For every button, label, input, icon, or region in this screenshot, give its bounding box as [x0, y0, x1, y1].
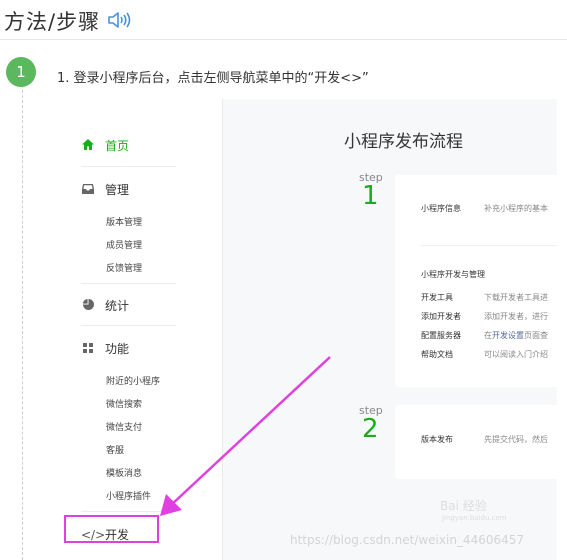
sidebar-subitem-members[interactable]: 成员管理: [106, 238, 142, 251]
row-value-prefix: 在: [484, 331, 492, 340]
step1-card: 小程序信息 补充小程序的基本 小程序开发与管理 开发工具 下载开发者工具进 添加…: [395, 175, 557, 387]
grid-icon: [81, 342, 95, 356]
highlight-box: [64, 515, 159, 543]
main-title: 小程序发布流程: [344, 132, 463, 152]
page-title: 方法/步骤: [4, 10, 101, 34]
step-instruction: 1. 登录小程序后台，点击左侧导航菜单中的“开发<>”: [57, 71, 369, 86]
speaker-icon[interactable]: [106, 10, 132, 30]
divider: [81, 166, 176, 167]
row-value: 添加开发者，进行: [484, 312, 548, 321]
step-number: 2: [362, 414, 379, 444]
info-label: 小程序信息: [421, 204, 461, 213]
sidebar-subitem-customer-service[interactable]: 客服: [106, 443, 124, 456]
sidebar-item-features[interactable]: 功能: [81, 340, 129, 357]
row-label: 帮助文档: [421, 350, 453, 359]
step2-card: 版本发布 先提交代码，然后: [395, 405, 557, 479]
sidebar-subitem-feedback[interactable]: 反馈管理: [106, 261, 142, 274]
timeline-line: [22, 80, 23, 560]
baidu-watermark: Bai 经验: [440, 499, 487, 513]
sidebar-item-stats[interactable]: 统计: [81, 297, 129, 314]
page-header: 方法/步骤: [0, 0, 567, 40]
divider: [81, 511, 176, 512]
row-value: 在开发设置页面查: [484, 330, 548, 341]
sidebar-item-label: 管理: [105, 183, 130, 197]
row-value-suffix: 页面查: [524, 331, 548, 340]
section-title: 小程序开发与管理: [421, 270, 485, 279]
info-value: 补充小程序的基本: [484, 204, 548, 213]
row-value: 下载开发者工具进: [484, 293, 548, 302]
sidebar-item-home[interactable]: 首页: [81, 137, 129, 154]
sidebar-item-label: 功能: [105, 342, 130, 356]
row-label: 开发工具: [421, 293, 453, 302]
sidebar-item-label: 统计: [105, 299, 130, 313]
baidu-watermark-url: jingyan.baidu.com: [442, 514, 507, 522]
csdn-watermark: https://blog.csdn.net/weixin_44606457: [290, 533, 525, 547]
card-divider: [421, 245, 557, 246]
sidebar-subitem-nearby[interactable]: 附近的小程序: [106, 374, 160, 387]
sidebar-subitem-wechat-search[interactable]: 微信搜索: [106, 397, 142, 410]
divider: [81, 325, 176, 326]
release-label: 版本发布: [421, 435, 453, 444]
row-label: 配置服务器: [421, 331, 461, 340]
step-number-badge: 1: [6, 57, 36, 87]
sidebar-subitem-plugin[interactable]: 小程序插件: [106, 489, 151, 502]
sidebar-item-management[interactable]: 管理: [81, 181, 129, 198]
home-icon: [81, 139, 95, 153]
row-value: 可以阅读入门介绍: [484, 350, 548, 359]
dev-settings-link[interactable]: 开发设置: [492, 331, 524, 340]
sidebar-nav: 首页 管理 版本管理 成员管理 反馈管理 统计 功能 附近的小程序 微信搜索 微…: [57, 99, 223, 560]
step-number: 1: [362, 181, 379, 211]
divider: [81, 283, 176, 284]
sidebar-item-label: 首页: [105, 139, 130, 153]
release-value: 先提交代码，然后: [484, 435, 548, 444]
sidebar-subitem-template-message[interactable]: 模板消息: [106, 466, 142, 479]
embedded-screenshot: 首页 管理 版本管理 成员管理 反馈管理 统计 功能 附近的小程序 微信搜索 微…: [57, 99, 557, 560]
sidebar-subitem-wechat-pay[interactable]: 微信支付: [106, 420, 142, 433]
row-label: 添加开发者: [421, 312, 461, 321]
sidebar-subitem-version[interactable]: 版本管理: [106, 215, 142, 228]
pie-chart-icon: [81, 299, 95, 313]
inbox-icon: [81, 183, 95, 197]
